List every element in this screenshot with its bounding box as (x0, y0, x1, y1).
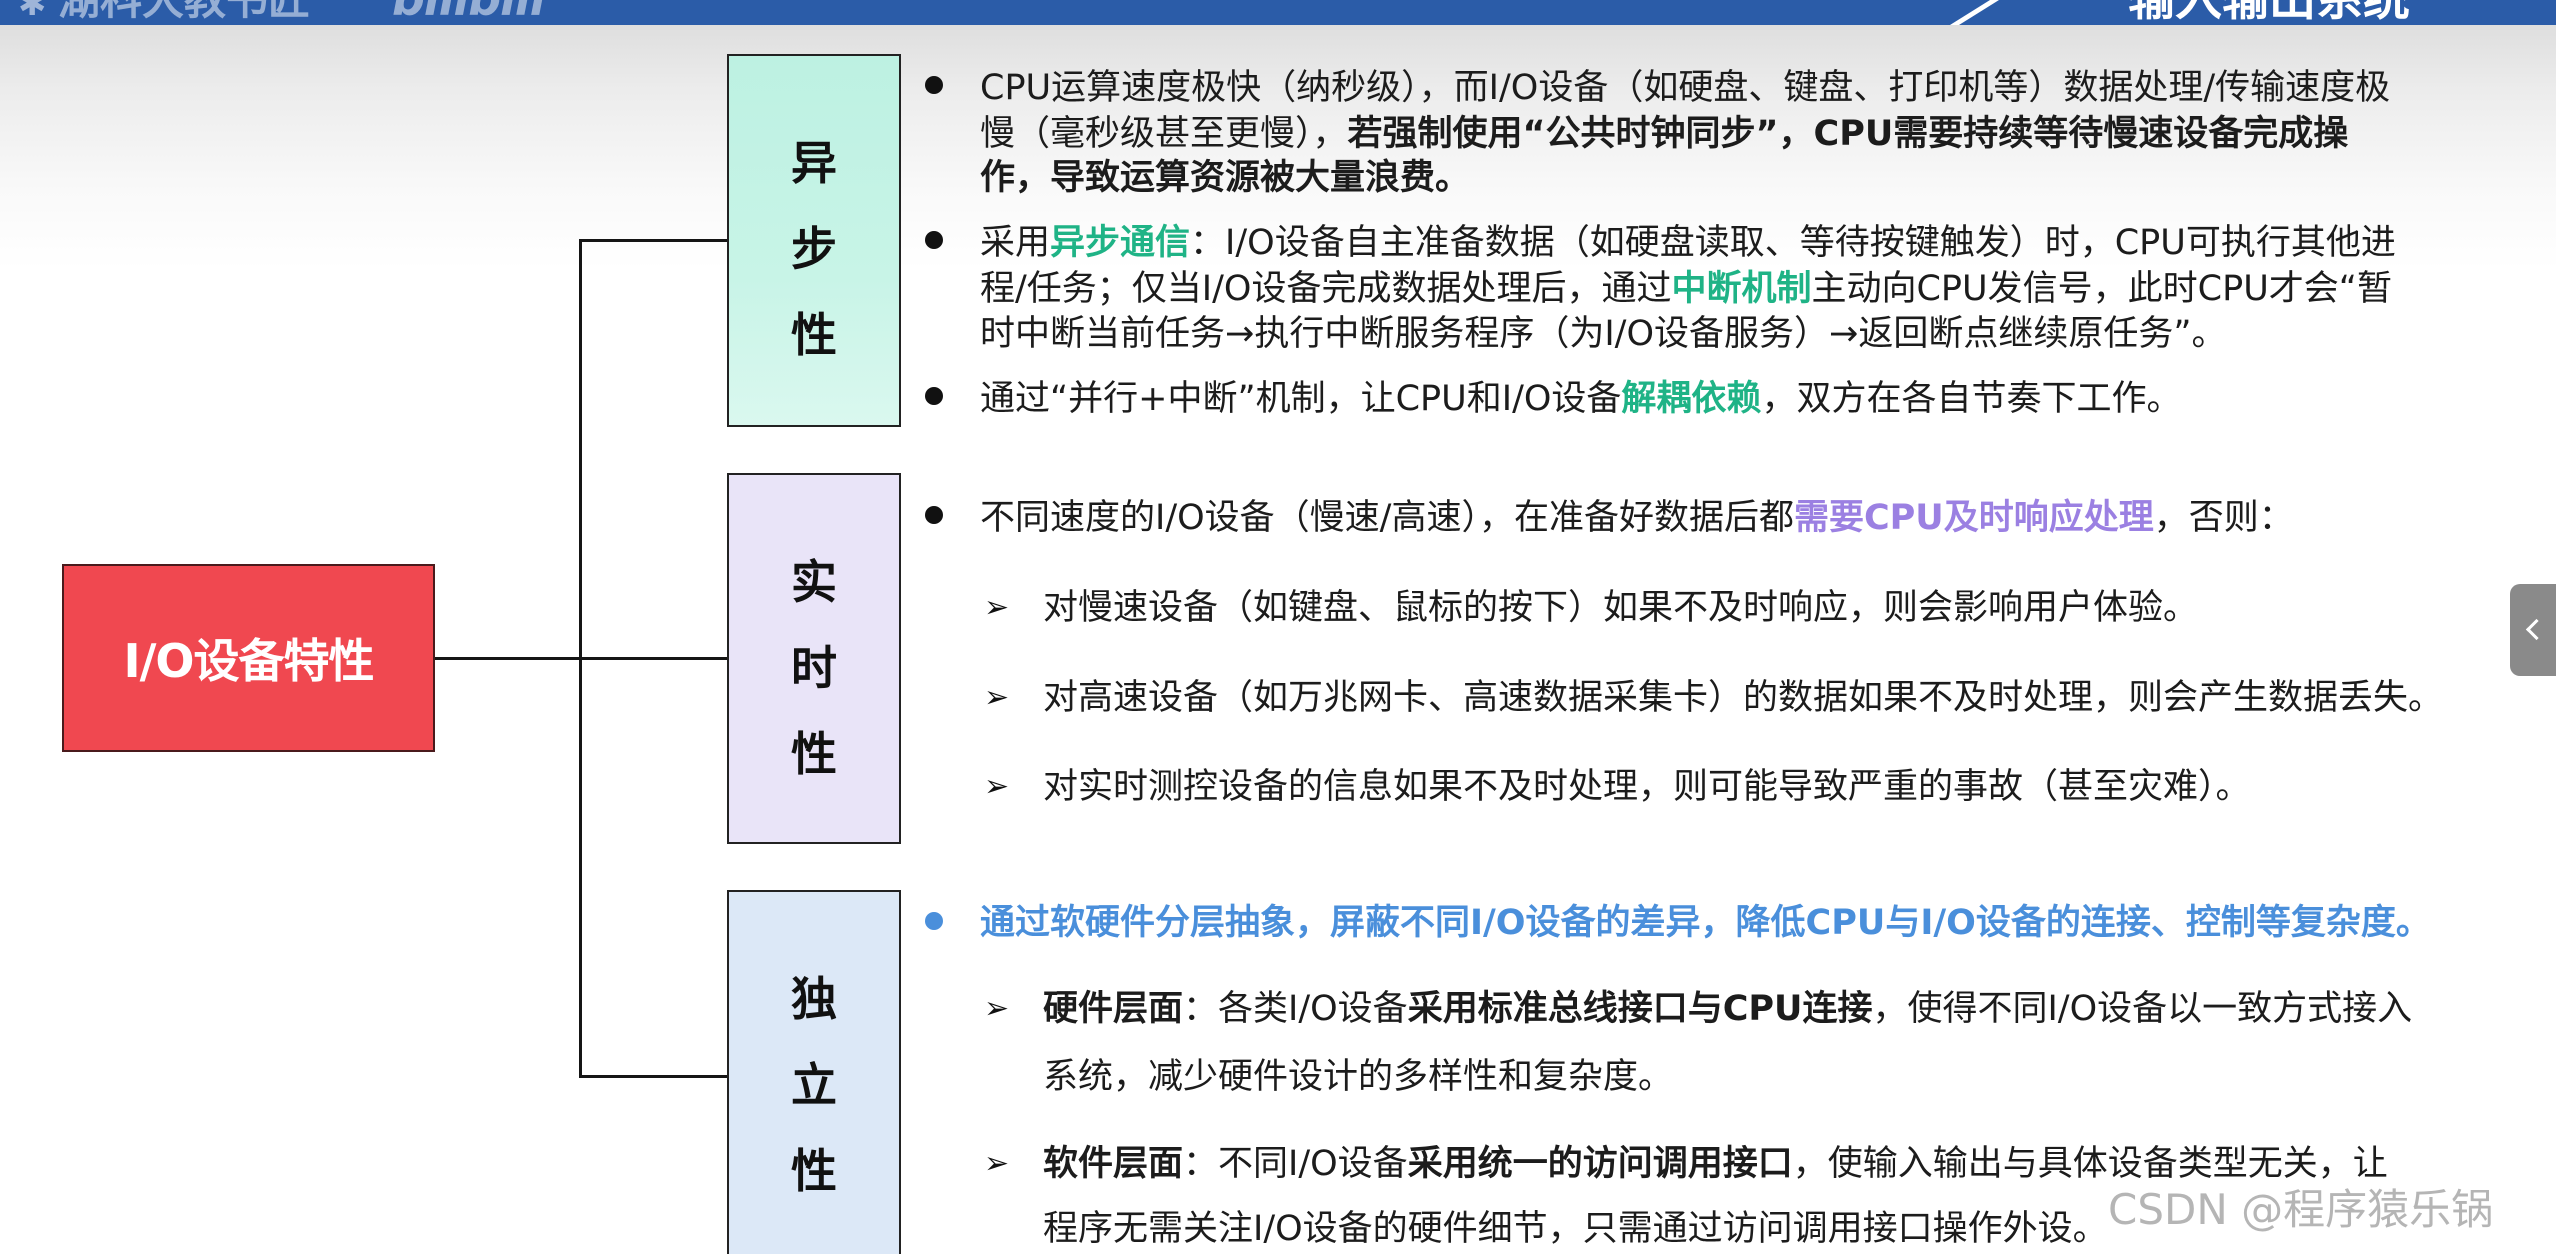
channel-watermark: 湖科大教书匠 (58, 0, 310, 24)
root-node-label: I/O设备特性 (123, 634, 374, 688)
header-divider (1949, 0, 1999, 25)
bold-text: 作，导致运算资源被大量浪费。 (980, 158, 1471, 198)
body-text: 对高速设备（如万兆网卡、高速数据采集卡）的数据如果不及时处理，则会产生数据丢失。 (1043, 678, 2444, 718)
connector-to-independence (580, 1075, 727, 1078)
connector-trunk (579, 239, 582, 1078)
keyword-highlight: 异步通信 (1050, 223, 1191, 263)
body-text: ：I/O设备自主准备数据（如硬盘读取、等待按键触发）时，CPU可执行其他进 (1190, 223, 2396, 263)
body-text: ，双方在各自节奏下工作。 (1761, 379, 2182, 419)
body-text: 通过“并行+中断”机制，让CPU和I/O设备 (980, 379, 1622, 419)
keyword-highlight: 需要CPU及时响应处理 (1793, 498, 2154, 538)
bullet-dot-icon (925, 387, 943, 405)
body-text: ，否则： (2153, 498, 2294, 538)
root-node-io-device-characteristics: I/O设备特性 (62, 564, 435, 752)
bold-text: 采用统一的访问调用接口 (1407, 1144, 1793, 1184)
text-line: 采用异步通信：I/O设备自主准备数据（如硬盘读取、等待按键触发）时，CPU可执行… (980, 220, 2396, 266)
sub-point-line: 对慢速设备（如键盘、鼠标的按下）如果不及时响应，则会影响用户体验。 (1043, 585, 2198, 631)
body-text: ，使输入输出与具体设备类型无关，让 (1792, 1144, 2388, 1184)
body-text: 不同速度的I/O设备（慢速/高速），在准备好数据后都 (980, 498, 1794, 538)
bold-text: 若强制使用“公共时钟同步”，CPU需要持续等待慢速设备完成操 (1347, 114, 2349, 154)
arrow-bullet-icon (984, 585, 1009, 631)
bullet-dot-icon (925, 912, 943, 930)
bullet-dot-icon (925, 76, 943, 94)
sub-point-line: 对实时测控设备的信息如果不及时处理，则可能导致严重的事故（甚至灾难）。 (1043, 764, 2251, 810)
bullet-dot-icon (925, 506, 943, 524)
bullet-dot-icon (925, 231, 943, 249)
body-text: ：不同I/O设备 (1183, 1144, 1408, 1184)
slide-header-bar: 湖科大教书匠 bilibili 输入输出系统 (0, 0, 2556, 25)
arrow-bullet-icon (984, 1141, 1009, 1187)
arrow-bullet-icon (984, 986, 1009, 1032)
body-text: CPU运算速度极快（纳秒级），而I/O设备（如硬盘、键盘、打印机等）数据处理/传… (980, 68, 2391, 108)
sub-point-line: 系统，减少硬件设计的多样性和复杂度。 (1043, 1054, 1673, 1100)
sub-point-line: 硬件层面：各类I/O设备采用标准总线接口与CPU连接，使得不同I/O设备以一致方… (1043, 986, 2412, 1032)
text-line: 作，导致运算资源被大量浪费。 (980, 155, 1470, 201)
side-panel-toggle-button[interactable] (2510, 584, 2556, 676)
csdn-watermark: CSDN @程序猿乐锅 (2108, 1185, 2494, 1234)
bold-text: 硬件层面 (1043, 989, 1184, 1029)
body-text: 对慢速设备（如键盘、鼠标的按下）如果不及时响应，则会影响用户体验。 (1043, 588, 2199, 628)
arrow-bullet-icon (984, 764, 1009, 810)
body-text: 程/任务；仅当I/O设备完成数据处理后，通过 (980, 269, 1672, 309)
body-text: 时中断当前任务→执行中断服务程序（为I/O设备服务）→返回断点继续原任务”。 (980, 314, 2227, 354)
bilibili-logo: bilibili (392, 0, 545, 24)
text-line: 不同速度的I/O设备（慢速/高速），在准备好数据后都需要CPU及时响应处理，否则… (980, 495, 2294, 541)
body-text: 主动向CPU发信号，此时CPU才会“暂 (1811, 269, 2392, 309)
body-text: ：各类I/O设备 (1183, 989, 1408, 1029)
bold-text: 采用标准总线接口与CPU连接 (1407, 989, 1873, 1029)
branch-title-realtime: 实时性 (791, 555, 837, 781)
body-text: ，使得不同I/O设备以一致方式接入 (1872, 989, 2413, 1029)
branch-node-realtime: 实时性 (727, 473, 901, 844)
branch-node-async: 异步性 (727, 54, 901, 427)
keyword-highlight: 通过软硬件分层抽象，屏蔽不同I/O设备的差异，降低CPU与I/O设备的连接、控制… (980, 903, 2431, 943)
body-text: 对实时测控设备的信息如果不及时处理，则可能导致严重的事故（甚至灾难）。 (1043, 767, 2251, 807)
branch-title-independence: 独立性 (791, 972, 837, 1198)
channel-logo-icon (18, 0, 47, 24)
branch-title-async: 异步性 (791, 136, 837, 362)
sub-point-line: 软件层面：不同I/O设备采用统一的访问调用接口，使输入输出与具体设备类型无关，让 (1043, 1141, 2388, 1187)
text-line: 慢（毫秒级甚至更慢），若强制使用“公共时钟同步”，CPU需要持续等待慢速设备完成… (980, 111, 2348, 157)
sub-point-line: 程序无需关注I/O设备的硬件细节，只需通过访问调用接口操作外设。 (1043, 1206, 2108, 1252)
sub-point-line: 对高速设备（如万兆网卡、高速数据采集卡）的数据如果不及时处理，则会产生数据丢失。 (1043, 675, 2443, 721)
body-text: 系统，减少硬件设计的多样性和复杂度。 (1043, 1057, 1674, 1097)
body-text: 采用 (980, 223, 1051, 263)
text-line: CPU运算速度极快（纳秒级），而I/O设备（如硬盘、键盘、打印机等）数据处理/传… (980, 65, 2390, 111)
text-line: 时中断当前任务→执行中断服务程序（为I/O设备服务）→返回断点继续原任务”。 (980, 311, 2226, 357)
text-line: 程/任务；仅当I/O设备完成数据处理后，通过中断机制主动向CPU发信号，此时CP… (980, 266, 2392, 312)
chevron-left-icon (2525, 618, 2548, 641)
text-line: 通过“并行+中断”机制，让CPU和I/O设备解耦依赖，双方在各自节奏下工作。 (980, 376, 2181, 422)
arrow-bullet-icon (984, 675, 1009, 721)
connector-to-async (580, 239, 727, 242)
keyword-highlight: 中断机制 (1671, 269, 1812, 309)
keyword-highlight: 解耦依赖 (1621, 379, 1762, 419)
body-text: 慢（毫秒级甚至更慢）， (980, 114, 1348, 154)
text-line: 通过软硬件分层抽象，屏蔽不同I/O设备的差异，降低CPU与I/O设备的连接、控制… (980, 900, 2431, 946)
bold-text: 软件层面 (1043, 1144, 1184, 1184)
chapter-tab-label: 输入输出系统 (2128, 0, 2410, 25)
body-text: 程序无需关注I/O设备的硬件细节，只需通过访问调用接口操作外设。 (1043, 1209, 2108, 1249)
branch-node-independence: 独立性 (727, 890, 901, 1254)
